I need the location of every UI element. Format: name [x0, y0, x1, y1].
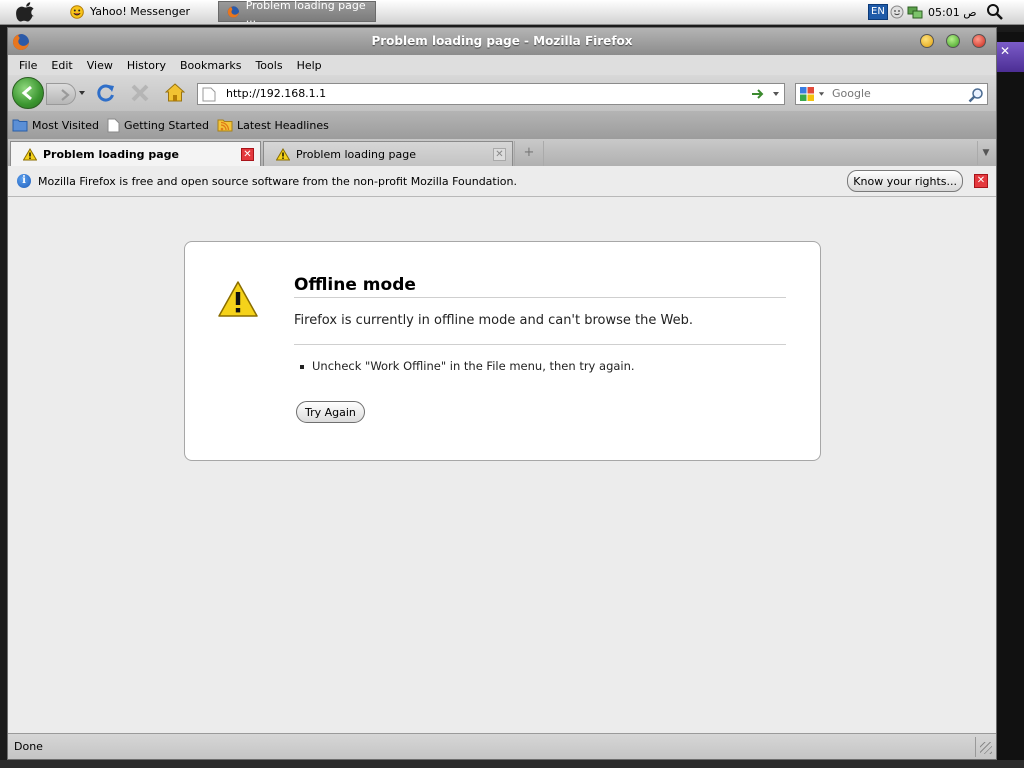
bookmark-most-visited[interactable]: Most Visited — [12, 118, 99, 132]
bookmarks-toolbar: Most Visited Getting Started Latest Head… — [8, 111, 996, 139]
maximize-button[interactable] — [946, 34, 960, 48]
bookmark-latest-headlines[interactable]: Latest Headlines — [217, 118, 329, 132]
close-icon[interactable]: ✕ — [1000, 44, 1010, 58]
tab-problem-loading-active[interactable]: Problem loading page ✕ — [10, 141, 261, 166]
window-title: Problem loading page - Mozilla Firefox — [371, 34, 633, 48]
messenger-tray-icon[interactable] — [890, 2, 904, 22]
forward-button[interactable] — [46, 83, 76, 105]
bottom-dock — [0, 760, 1024, 768]
error-hint: Uncheck "Work Offline" in the File menu,… — [312, 359, 635, 373]
taskbar-yahoo-messenger[interactable]: Yahoo! Messenger — [62, 1, 212, 22]
language-badge: EN — [868, 4, 888, 20]
language-indicator[interactable]: EN — [868, 2, 888, 22]
tab-close-button[interactable]: ✕ — [241, 148, 254, 161]
know-your-rights-button[interactable]: Know your rights... — [847, 170, 963, 192]
network-icon — [907, 6, 923, 19]
tab-close-button[interactable]: ✕ — [493, 148, 506, 161]
stop-icon[interactable] — [131, 84, 149, 102]
apple-icon[interactable] — [16, 2, 36, 22]
resize-grip-icon[interactable] — [980, 742, 992, 754]
menu-history[interactable]: History — [122, 59, 171, 72]
google-engine-icon[interactable] — [799, 86, 815, 102]
navigation-toolbar — [8, 75, 996, 111]
go-arrow-icon[interactable] — [751, 88, 765, 100]
engine-dropdown-icon[interactable] — [818, 91, 825, 97]
new-tab-button[interactable]: + — [514, 141, 544, 166]
rss-icon — [217, 119, 233, 132]
reload-icon[interactable] — [96, 83, 116, 103]
back-arrow-icon — [21, 85, 32, 101]
taskbar-firefox[interactable]: Problem loading page ... — [218, 0, 376, 25]
bookmark-label: Most Visited — [32, 118, 99, 132]
info-icon: i — [17, 174, 31, 188]
back-button[interactable] — [12, 77, 44, 109]
tab-problem-loading[interactable]: Problem loading page ✕ — [263, 141, 513, 166]
try-again-button[interactable]: Try Again — [296, 401, 365, 423]
clock[interactable]: 05:01 ص — [928, 2, 977, 22]
menu-bar: File Edit View History Bookmarks Tools H… — [8, 55, 996, 75]
page-icon — [202, 87, 216, 102]
bullet-icon — [300, 365, 304, 369]
notification-bar: i Mozilla Firefox is free and open sourc… — [8, 166, 996, 197]
firefox-icon — [227, 5, 240, 18]
menu-bookmarks[interactable]: Bookmarks — [175, 59, 246, 72]
warning-icon — [218, 281, 258, 317]
bookmark-getting-started[interactable]: Getting Started — [107, 118, 209, 133]
forward-arrow-icon — [61, 89, 70, 101]
status-divider — [975, 737, 976, 757]
close-window-button[interactable] — [972, 34, 986, 48]
search-input[interactable] — [830, 86, 964, 101]
search-icon — [987, 4, 1003, 20]
bookmark-label: Getting Started — [123, 118, 209, 132]
menu-help[interactable]: Help — [292, 59, 327, 72]
clock-time: 05:01 — [928, 5, 960, 19]
clock-suffix: ص — [963, 5, 977, 19]
tab-strip: Problem loading page ✕ Problem loading p… — [8, 139, 996, 166]
smiley-tray-icon — [890, 5, 904, 19]
menu-tools[interactable]: Tools — [250, 59, 287, 72]
menu-view[interactable]: View — [82, 59, 118, 72]
page-content: Offline mode Firefox is currently in off… — [8, 197, 996, 733]
url-dropdown-icon[interactable] — [772, 91, 780, 97]
chevron-down-icon: ▼ — [982, 148, 990, 158]
menu-file[interactable]: File — [14, 59, 42, 72]
smiley-icon — [70, 4, 84, 19]
url-bar[interactable] — [197, 83, 785, 105]
minimize-button[interactable] — [920, 34, 934, 48]
notification-message: Mozilla Firefox is free and open source … — [38, 174, 517, 188]
url-input[interactable] — [224, 86, 728, 101]
description-divider — [294, 344, 786, 345]
error-description: Firefox is currently in offline mode and… — [294, 313, 693, 328]
plus-icon: + — [523, 145, 535, 160]
status-bar: Done — [8, 733, 996, 759]
warning-icon — [23, 147, 37, 160]
page-icon — [107, 118, 120, 132]
folder-icon — [12, 119, 28, 132]
menu-edit[interactable]: Edit — [46, 59, 77, 72]
network-tray-icon[interactable] — [907, 2, 923, 22]
home-icon[interactable] — [165, 83, 185, 102]
desktop-panel: Yahoo! Messenger Problem loading page ..… — [0, 0, 1024, 25]
tab-label: Problem loading page — [43, 147, 180, 161]
task-label: Problem loading page ... — [245, 0, 366, 25]
search-bar[interactable] — [795, 83, 988, 105]
status-text: Done — [14, 740, 43, 753]
title-divider — [294, 297, 786, 298]
notification-close-button[interactable]: ✕ — [974, 174, 988, 188]
title-bar[interactable]: Problem loading page - Mozilla Firefox — [8, 28, 996, 55]
warning-icon — [276, 147, 290, 160]
firefox-window: Problem loading page - Mozilla Firefox F… — [7, 27, 997, 760]
error-title: Offline mode — [294, 275, 416, 295]
spotlight-button[interactable] — [986, 2, 1004, 22]
error-box: Offline mode Firefox is currently in off… — [184, 241, 821, 461]
tab-label: Problem loading page — [296, 147, 416, 161]
tab-list-button[interactable]: ▼ — [977, 141, 994, 165]
task-label: Yahoo! Messenger — [90, 5, 191, 18]
history-dropdown-icon[interactable] — [78, 89, 86, 97]
magnifier-icon[interactable] — [968, 87, 984, 103]
background-window: ✕ — [996, 32, 1024, 760]
bookmark-label: Latest Headlines — [237, 118, 329, 132]
